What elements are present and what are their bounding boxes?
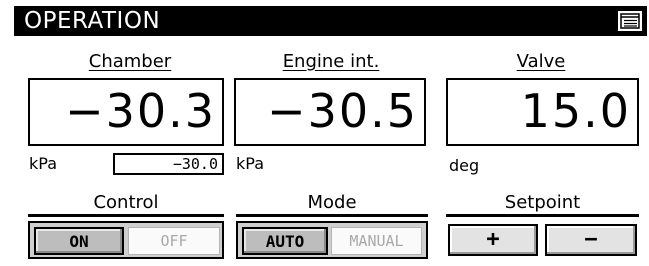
control-on-button[interactable]: ON xyxy=(34,227,124,255)
mode-group-label: Mode xyxy=(307,192,357,213)
mode-manual-button[interactable]: MANUAL xyxy=(331,227,422,255)
setpoint-button-group: + − xyxy=(446,221,639,259)
engine-unit: kPa xyxy=(236,154,264,173)
setpoint-group-label: Setpoint xyxy=(504,192,581,213)
chamber-unit: kPa xyxy=(29,154,57,173)
menu-list-icon[interactable] xyxy=(618,11,642,31)
valve-readout: 15.0 xyxy=(446,78,639,146)
screen-title: OPERATION xyxy=(24,8,161,34)
chamber-setpoint-value: −30.0 xyxy=(113,153,224,175)
control-divider xyxy=(28,214,224,217)
mode-auto-button[interactable]: AUTO xyxy=(242,227,328,255)
control-group-label: Control xyxy=(93,192,159,213)
control-off-button[interactable]: OFF xyxy=(128,227,220,255)
control-button-group: ON OFF xyxy=(28,221,224,259)
setpoint-increase-button[interactable]: + xyxy=(448,224,538,256)
mode-button-group: AUTO MANUAL xyxy=(236,221,428,259)
mode-divider xyxy=(236,214,428,217)
title-bar: OPERATION xyxy=(14,6,647,36)
setpoint-divider xyxy=(446,214,639,217)
setpoint-decrease-button[interactable]: − xyxy=(545,224,637,256)
engine-label: Engine int. xyxy=(282,51,380,72)
engine-readout: −30.5 xyxy=(234,78,426,146)
chamber-readout: −30.3 xyxy=(28,78,224,146)
chamber-label: Chamber xyxy=(88,51,172,72)
valve-unit: deg xyxy=(449,156,480,175)
valve-label: Valve xyxy=(516,51,566,72)
